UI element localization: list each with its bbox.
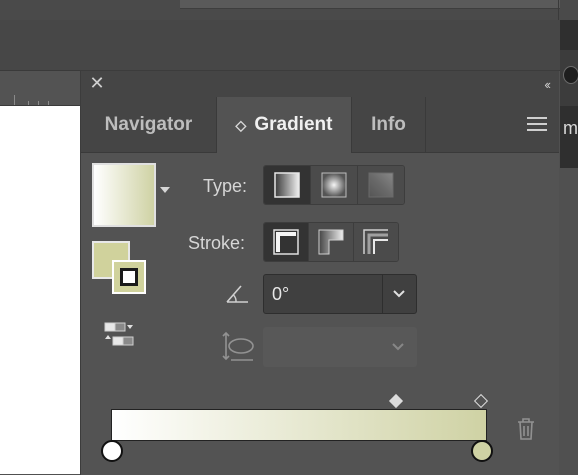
- horizontal-ruler: [0, 71, 80, 106]
- linear-gradient-icon: [274, 172, 300, 198]
- aspect-ratio-icon: [222, 331, 254, 361]
- type-label: Type:: [203, 176, 248, 196]
- stroke-within-icon: [273, 229, 299, 255]
- stroke-within-button[interactable]: [264, 223, 309, 261]
- right-image-strip: [560, 20, 578, 168]
- panel-menu-icon[interactable]: [527, 117, 547, 131]
- tab-label: Navigator: [104, 113, 193, 135]
- stroke-along-button[interactable]: [309, 223, 354, 261]
- tab-gradient[interactable]: ◇ Gradient: [217, 97, 352, 153]
- angle-value: 0°: [272, 284, 290, 304]
- close-icon[interactable]: ✕: [89, 74, 105, 92]
- gradient-midpoint-handle[interactable]: [388, 393, 404, 409]
- stroke-along-icon: [318, 229, 344, 255]
- radial-gradient-icon: [321, 172, 347, 198]
- linear-gradient-button[interactable]: [264, 166, 311, 204]
- app-top-divider: [558, 0, 559, 20]
- thumbnail-image: [560, 50, 578, 106]
- gradient-panel: ✕ ‹‹ Navigator ◇ Gradient Info Type: Str…: [80, 70, 559, 475]
- chevron-down-icon[interactable]: [392, 286, 406, 300]
- app-top-bar-inner: [180, 0, 560, 9]
- radial-gradient-button[interactable]: [311, 166, 358, 204]
- chevron-down-icon: [392, 343, 404, 351]
- tab-label: Gradient: [254, 114, 333, 135]
- tab-info[interactable]: Info: [352, 97, 426, 152]
- artboard-canvas[interactable]: [0, 106, 80, 474]
- angle-icon: [226, 285, 248, 303]
- tab-label: Info: [371, 113, 406, 135]
- stroke-across-button[interactable]: [354, 223, 398, 261]
- gradient-slider[interactable]: [111, 409, 487, 441]
- panel-title-bar[interactable]: ✕ ‹‹: [81, 71, 559, 97]
- freeform-gradient-icon: [368, 172, 394, 198]
- angle-input[interactable]: 0°: [263, 274, 417, 314]
- gradient-type-group: [263, 165, 405, 205]
- gradient-midpoint-marker[interactable]: [473, 393, 489, 409]
- freeform-gradient-button[interactable]: [358, 166, 404, 204]
- trash-icon: [518, 418, 534, 440]
- app-top-bar: [0, 0, 578, 20]
- gradient-swatch[interactable]: [92, 163, 156, 227]
- stroke-label: Stroke:: [188, 233, 246, 253]
- stroke-swatch[interactable]: [112, 260, 146, 294]
- chevron-down-icon[interactable]: [160, 187, 170, 193]
- gradient-stop-start[interactable]: [101, 440, 123, 462]
- gradient-stroke-group: [263, 222, 399, 262]
- panel-tabs: Navigator ◇ Gradient Info: [81, 97, 559, 153]
- app-toolbar-band: [0, 20, 578, 71]
- stroke-across-icon: [363, 229, 388, 254]
- background-text-fragment: m: [563, 118, 578, 138]
- gradient-stop-end[interactable]: [471, 440, 493, 462]
- collapse-panel-icon[interactable]: ‹‹: [544, 77, 551, 92]
- tab-reorder-icon: ◇: [235, 116, 247, 133]
- tab-navigator[interactable]: Navigator: [81, 97, 217, 152]
- aspect-ratio-input: [263, 327, 417, 367]
- reverse-gradient-icon[interactable]: [101, 321, 137, 351]
